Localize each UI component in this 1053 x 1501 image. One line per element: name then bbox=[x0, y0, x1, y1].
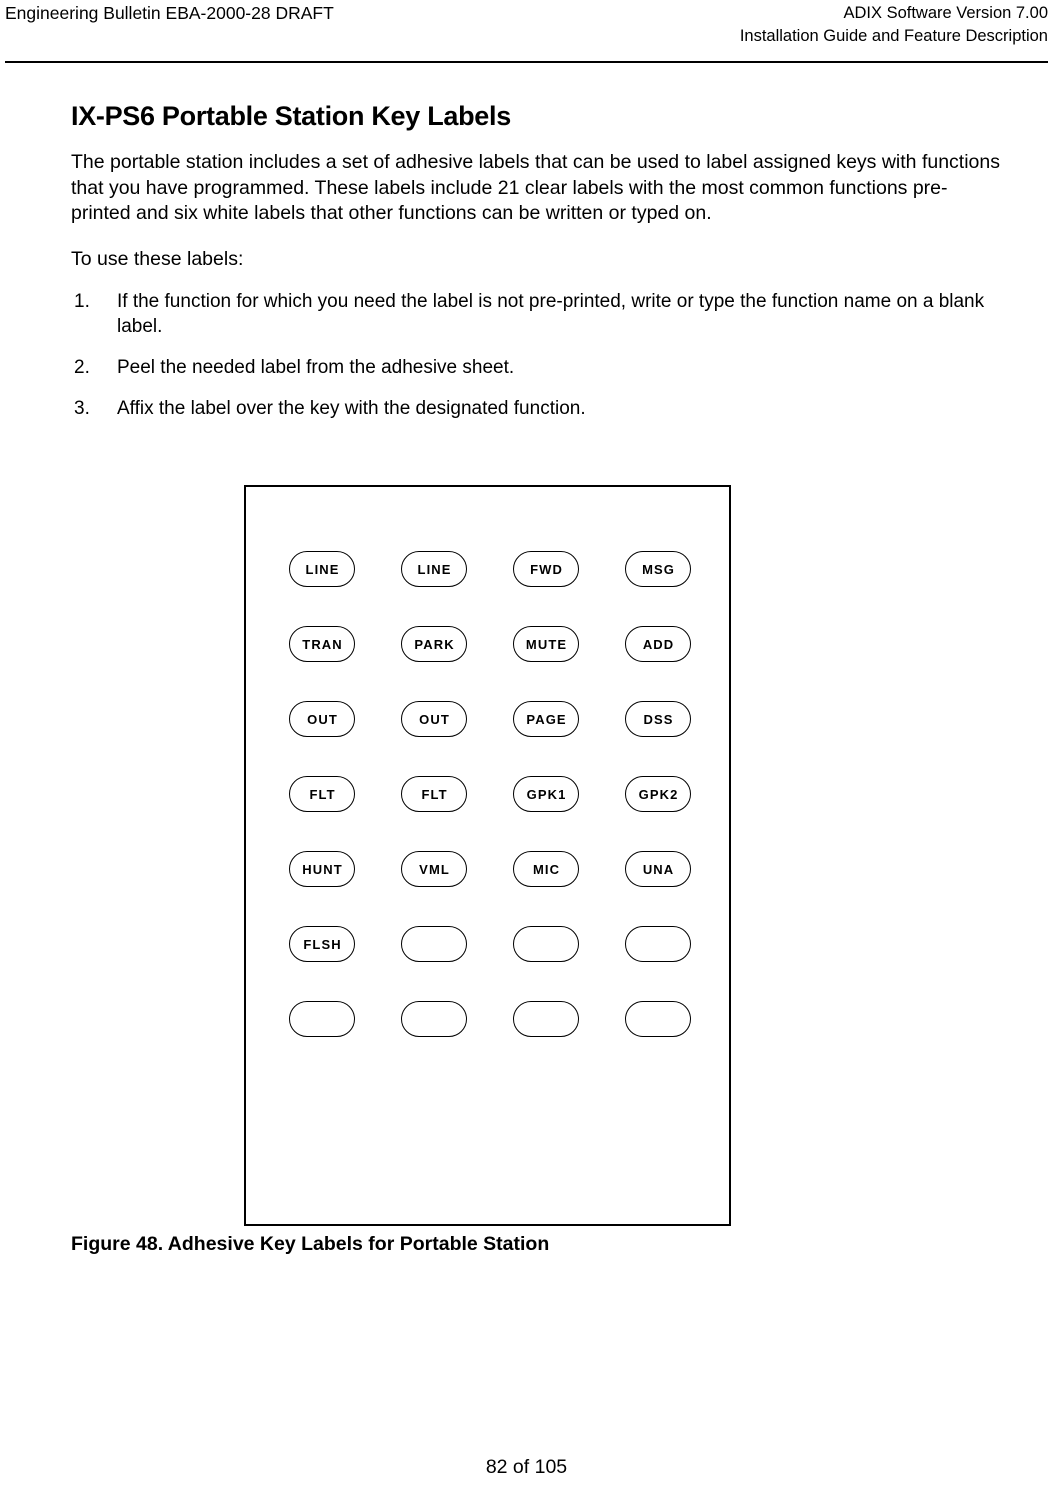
figure-caption: Figure 48. Adhesive Key Labels for Porta… bbox=[71, 1233, 550, 1255]
key-label-text: FLT bbox=[309, 786, 336, 802]
key-label-pill-blank bbox=[513, 1001, 579, 1037]
key-label-grid: LINE LINE FWD MSG TRAN PARK MUTE ADD OUT… bbox=[289, 551, 691, 1076]
key-label-text: HUNT bbox=[302, 861, 343, 877]
intro-paragraph: The portable station includes a set of a… bbox=[71, 151, 1000, 224]
key-label-pill: DSS bbox=[625, 701, 691, 737]
key-label-pill: VML bbox=[401, 851, 467, 887]
key-label-pill: FLT bbox=[401, 776, 467, 812]
key-label-row: HUNT VML MIC UNA bbox=[289, 851, 691, 926]
key-label-row: TRAN PARK MUTE ADD bbox=[289, 626, 691, 701]
key-label-text: MUTE bbox=[525, 636, 568, 652]
key-label-pill: MIC bbox=[513, 851, 579, 887]
key-label-text: LINE bbox=[305, 561, 340, 577]
key-label-pill: FWD bbox=[513, 551, 579, 587]
key-label-text: MSG bbox=[642, 561, 675, 577]
list-item: 1. If the function for which you need th… bbox=[71, 289, 1017, 339]
key-label-pill-blank bbox=[513, 926, 579, 962]
steps-list: 1. If the function for which you need th… bbox=[71, 289, 1031, 421]
key-label-text: TRAN bbox=[302, 636, 343, 652]
key-label-pill: FLT bbox=[289, 776, 355, 812]
key-label-text: GPK2 bbox=[638, 786, 679, 802]
header-software-version: ADIX Software Version 7.00 bbox=[843, 4, 1048, 22]
key-label-pill-blank bbox=[625, 1001, 691, 1037]
list-item: 3. Affix the label over the key with the… bbox=[71, 396, 1017, 421]
key-label-row: FLSH bbox=[289, 926, 691, 1001]
key-label-pill: LINE bbox=[401, 551, 467, 587]
key-label-text: LINE bbox=[417, 561, 452, 577]
key-label-text: MIC bbox=[532, 861, 561, 877]
step-text: If the function for which you need the l… bbox=[117, 291, 985, 337]
key-label-row: FLT FLT GPK1 GPK2 bbox=[289, 776, 691, 851]
key-label-pill-blank bbox=[401, 1001, 467, 1037]
key-label-pill: ADD bbox=[625, 626, 691, 662]
key-label-pill: MUTE bbox=[513, 626, 579, 662]
header-product-info: ADIX Software Version 7.00 Installation … bbox=[740, 2, 1048, 48]
key-label-row: LINE LINE FWD MSG bbox=[289, 551, 691, 626]
key-label-pill: PARK bbox=[401, 626, 467, 662]
key-label-pill: LINE bbox=[289, 551, 355, 587]
step-number: 2. bbox=[74, 357, 90, 378]
key-label-text: OUT bbox=[419, 711, 450, 727]
key-label-text: FLSH bbox=[303, 936, 342, 952]
steps-lead-in: To use these labels: bbox=[71, 247, 244, 270]
key-label-pill-blank bbox=[625, 926, 691, 962]
page-number: 82 of 105 bbox=[485, 1456, 568, 1478]
key-label-text: UNA bbox=[642, 861, 675, 877]
page-header: Engineering Bulletin EBA-2000-28 DRAFT A… bbox=[0, 0, 1053, 64]
key-label-pill: MSG bbox=[625, 551, 691, 587]
key-label-pill: TRAN bbox=[289, 626, 355, 662]
key-label-text: GPK1 bbox=[526, 786, 567, 802]
key-label-pill: UNA bbox=[625, 851, 691, 887]
key-label-pill: PAGE bbox=[513, 701, 579, 737]
key-label-pill: FLSH bbox=[289, 926, 355, 962]
page-footer: 82 of 105 bbox=[0, 1456, 1053, 1479]
key-label-pill: GPK2 bbox=[625, 776, 691, 812]
key-label-text: FLT bbox=[421, 786, 448, 802]
key-label-row: OUT OUT PAGE DSS bbox=[289, 701, 691, 776]
document-body: IX-PS6 Portable Station Key Labels The p… bbox=[71, 100, 1031, 437]
key-label-text: DSS bbox=[643, 711, 674, 727]
key-label-text: PAGE bbox=[526, 711, 567, 727]
key-label-row bbox=[289, 1001, 691, 1076]
key-label-pill-blank bbox=[289, 1001, 355, 1037]
key-label-pill: OUT bbox=[289, 701, 355, 737]
page-title: IX-PS6 Portable Station Key Labels bbox=[71, 101, 511, 131]
key-label-text: FWD bbox=[530, 561, 563, 577]
key-label-text: OUT bbox=[307, 711, 338, 727]
header-guide-subtitle: Installation Guide and Feature Descripti… bbox=[739, 27, 1048, 45]
step-text: Affix the label over the key with the de… bbox=[117, 398, 586, 419]
key-label-text: ADD bbox=[642, 636, 675, 652]
header-divider-rule bbox=[5, 61, 1048, 63]
key-label-text: VML bbox=[419, 861, 450, 877]
list-item: 2. Peel the needed label from the adhesi… bbox=[71, 355, 1017, 380]
key-label-pill: GPK1 bbox=[513, 776, 579, 812]
step-text: Peel the needed label from the adhesive … bbox=[117, 357, 515, 378]
key-label-pill: OUT bbox=[401, 701, 467, 737]
figure-adhesive-key-labels: LINE LINE FWD MSG TRAN PARK MUTE ADD OUT… bbox=[244, 485, 731, 1226]
step-number: 3. bbox=[74, 398, 90, 419]
header-bulletin-title: Engineering Bulletin EBA-2000-28 DRAFT bbox=[5, 3, 334, 23]
key-label-pill: HUNT bbox=[289, 851, 355, 887]
key-label-pill-blank bbox=[401, 926, 467, 962]
key-label-text: PARK bbox=[414, 636, 455, 652]
step-number: 1. bbox=[74, 291, 90, 312]
